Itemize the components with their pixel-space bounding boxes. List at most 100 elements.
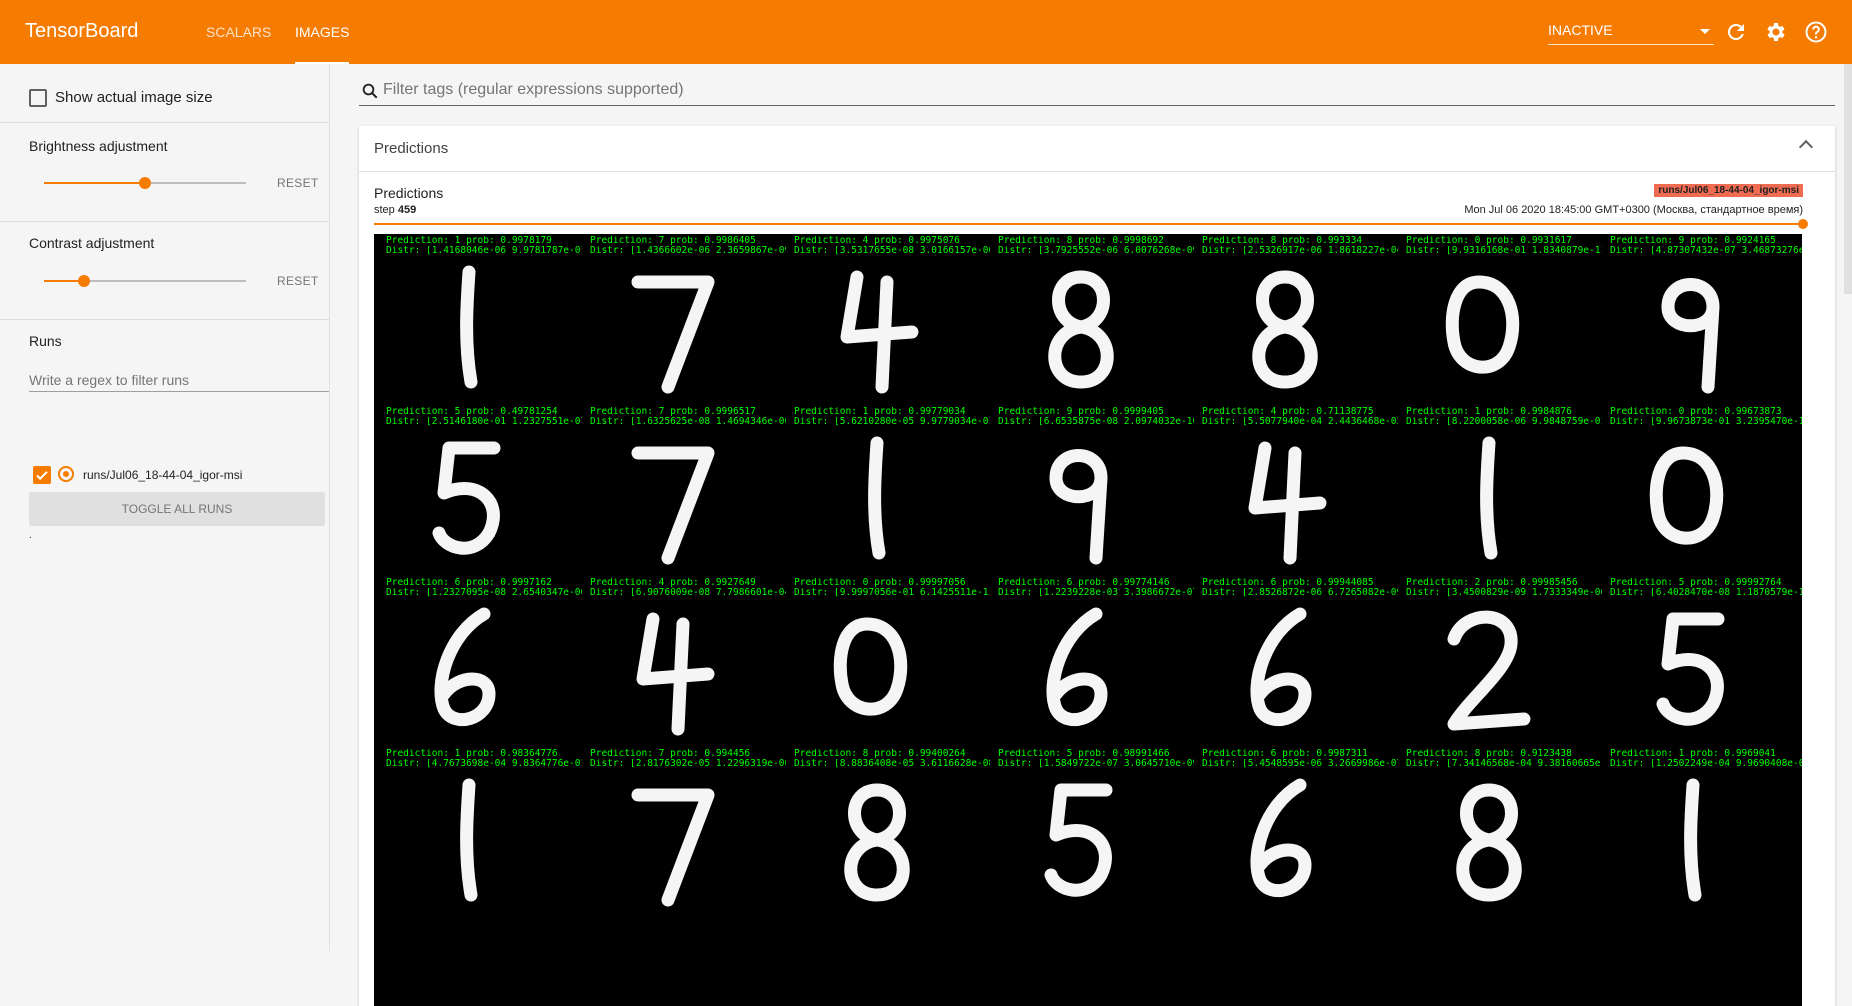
chevron-up-icon[interactable] <box>1798 139 1814 155</box>
distribution-label: Distr: [9.9997056e-01 6.1425511e-11 <box>794 588 990 598</box>
prediction-label: Prediction: 6 prob: 0.99944085 <box>1202 578 1374 588</box>
handwritten-digit-0 <box>833 617 908 716</box>
brightness-slider-knob[interactable] <box>139 177 151 189</box>
brightness-slider-fill <box>44 182 145 184</box>
distribution-label: Distr: [5.4548595e-06 3.2669986e-07 <box>1202 759 1398 769</box>
prediction-label: Prediction: 0 prob: 0.99997056 <box>794 578 966 588</box>
run-color-radio[interactable] <box>58 466 74 482</box>
prediction-label: Prediction: 4 prob: 0.71138775 <box>1202 407 1374 417</box>
prediction-label: Prediction: 8 prob: 0.99400264 <box>794 749 966 759</box>
distribution-label: Distr: [6.6535875e-08 2.0974032e-10 <box>998 417 1194 427</box>
prediction-label: Prediction: 4 prob: 0.9975076 <box>794 236 960 246</box>
handwritten-digit-6 <box>1250 778 1312 898</box>
prediction-label: Prediction: 4 prob: 0.9927649 <box>590 578 756 588</box>
contrast-reset-button[interactable]: RESET <box>277 274 319 288</box>
distribution-label: Distr: [7.34146568e-04 9.38160665e- <box>1406 759 1602 769</box>
search-icon <box>362 83 378 99</box>
prediction-label: Prediction: 9 prob: 0.9924165 <box>1610 236 1776 246</box>
gear-icon[interactable] <box>1764 20 1788 44</box>
prediction-image: Prediction: 7 prob: 0.994456 Distr: [2.81… <box>578 747 786 949</box>
step-slider-knob[interactable] <box>1798 219 1808 229</box>
contrast-slider[interactable] <box>44 275 246 287</box>
prediction-label: Prediction: 1 prob: 0.98364776 <box>386 749 558 759</box>
scrollbar[interactable] <box>1844 64 1852 294</box>
distribution-label: Distr: [1.2502249e-04 9.9690408e-01 <box>1610 759 1802 769</box>
distribution-label: Distr: [2.8526872e-06 6.7265082e-09 <box>1202 588 1398 598</box>
toggle-all-runs-button[interactable]: TOGGLE ALL RUNS <box>29 492 325 526</box>
prediction-label: Prediction: 2 prob: 0.99985456 <box>1406 578 1578 588</box>
handwritten-digit-6 <box>1250 607 1312 727</box>
distribution-label: Distr: [4.7673698e-04 9.8364776e-01 <box>386 759 582 769</box>
prediction-label: Prediction: 6 prob: 0.9987311 <box>1202 749 1368 759</box>
distribution-label: Distr: [2.5326917e-06 1.8618227e-04 <box>1202 246 1398 256</box>
distribution-label: Distr: [6.9076009e-08 7.7986601e-04 <box>590 588 786 598</box>
prediction-image: Prediction: 5 prob: 0.98991466 Distr: [1.… <box>986 747 1194 949</box>
distribution-label: Distr: [1.5849722e-07 3.0645710e-09 <box>998 759 1194 769</box>
distribution-label: Distr: [5.5077940e-04 2.4436468e-03 <box>1202 417 1398 427</box>
timestamp: Mon Jul 06 2020 18:45:00 GMT+0300 (Москв… <box>1464 204 1803 216</box>
divider <box>0 319 330 320</box>
handwritten-digit-7 <box>631 788 715 907</box>
step-slider[interactable] <box>374 219 1808 229</box>
distribution-label: Distr: [3.4500829e-09 1.7333349e-06 <box>1406 588 1602 598</box>
handwritten-digit-7 <box>631 275 715 394</box>
distribution-label: Distr: [1.4168046e-06 9.9781787e-01 <box>386 246 582 256</box>
brightness-slider[interactable] <box>44 177 246 189</box>
prediction-label: Prediction: 0 prob: 0.9931617 <box>1406 236 1572 246</box>
prediction-label: Prediction: 8 prob: 0.993334 <box>1202 236 1363 246</box>
handwritten-digit-2 <box>1447 610 1531 731</box>
main-content: Filter tags (regular expressions support… <box>359 64 1835 1006</box>
run-status-value: INACTIVE <box>1548 22 1613 38</box>
prediction-image: Prediction: 1 prob: 0.9969041 Distr: [1.2… <box>1598 747 1802 949</box>
tab-scalars[interactable]: SCALARS <box>206 0 271 64</box>
tab-images[interactable]: IMAGES <box>295 0 350 64</box>
distribution-label: Distr: [2.5146180e-01 1.2327551e-07 <box>386 417 582 427</box>
predictions-card: Predictions Predictions step 459 runs/Ju… <box>359 126 1835 1006</box>
divider <box>0 221 330 222</box>
run-status-select[interactable]: INACTIVE <box>1548 18 1714 45</box>
top-app-bar: TensorBoard SCALARS IMAGES INACTIVE <box>0 0 1852 64</box>
card-header[interactable]: Predictions <box>359 126 1835 172</box>
prediction-label: Prediction: 0 prob: 0.99673873 <box>1610 407 1782 417</box>
tag-filter-placeholder: Filter tags (regular expressions support… <box>383 81 684 98</box>
prediction-label: Prediction: 7 prob: 0.9986405 <box>590 236 756 246</box>
prediction-label: Prediction: 5 prob: 0.49781254 <box>386 407 558 417</box>
refresh-icon[interactable] <box>1724 20 1748 44</box>
distribution-label: Distr: [1.2327095e-08 2.6540347e-06 <box>386 588 582 598</box>
run-badge: runs/Jul06_18-44-04_igor-msi <box>1654 184 1803 197</box>
handwritten-digit-0 <box>1445 275 1520 374</box>
run-name: runs/Jul06_18-44-04_igor-msi <box>83 468 243 482</box>
prediction-label: Prediction: 1 prob: 0.9984876 <box>1406 407 1572 417</box>
runs-filter-input[interactable]: Write a regex to filter runs <box>29 366 329 392</box>
divider <box>0 122 330 123</box>
handwritten-digit-5 <box>432 441 501 555</box>
handwritten-digit-8 <box>1456 783 1522 902</box>
prediction-label: Prediction: 6 prob: 0.9997162 <box>386 578 552 588</box>
prediction-image: Prediction: 8 prob: 0.9123438 Distr: [7.3… <box>1394 747 1602 949</box>
help-icon[interactable] <box>1804 20 1828 44</box>
prediction-image: Prediction: 1 prob: 0.98364776 Distr: [4.… <box>374 747 582 949</box>
prediction-label: Prediction: 6 prob: 0.99774146 <box>998 578 1170 588</box>
distribution-label: Distr: [5.6210280e-05 9.9779034e-01 <box>794 417 990 427</box>
handwritten-digit-4 <box>1248 441 1327 565</box>
handwritten-digit-1 <box>460 778 478 902</box>
handwritten-digit-8 <box>1252 270 1318 389</box>
distribution-label: Distr: [6.4028470e-08 1.1870579e-11 <box>1610 588 1802 598</box>
handwritten-digit-1 <box>1480 436 1498 560</box>
contrast-slider-knob[interactable] <box>78 275 90 287</box>
distribution-label: Distr: [1.2239228e-03 3.3986672e-07 <box>998 588 1194 598</box>
prediction-label: Prediction: 8 prob: 0.9123438 <box>1406 749 1572 759</box>
prediction-label: Prediction: 8 prob: 0.9998692 <box>998 236 1164 246</box>
brightness-reset-button[interactable]: RESET <box>277 176 319 190</box>
brightness-label: Brightness adjustment <box>29 138 168 154</box>
card-title: Predictions <box>374 140 449 157</box>
handwritten-digit-4 <box>636 612 715 736</box>
runs-label: Runs <box>29 333 62 349</box>
distribution-label: Distr: [1.4366602e-06 2.3659867e-09 <box>590 246 786 256</box>
prediction-label: Prediction: 1 prob: 0.9969041 <box>1610 749 1776 759</box>
tag-filter-input[interactable]: Filter tags (regular expressions support… <box>359 78 1835 106</box>
run-checkbox[interactable] <box>33 466 51 484</box>
show-actual-size-checkbox[interactable] <box>29 89 47 107</box>
handwritten-digit-5 <box>1044 783 1113 897</box>
handwritten-digit-1 <box>460 265 478 389</box>
